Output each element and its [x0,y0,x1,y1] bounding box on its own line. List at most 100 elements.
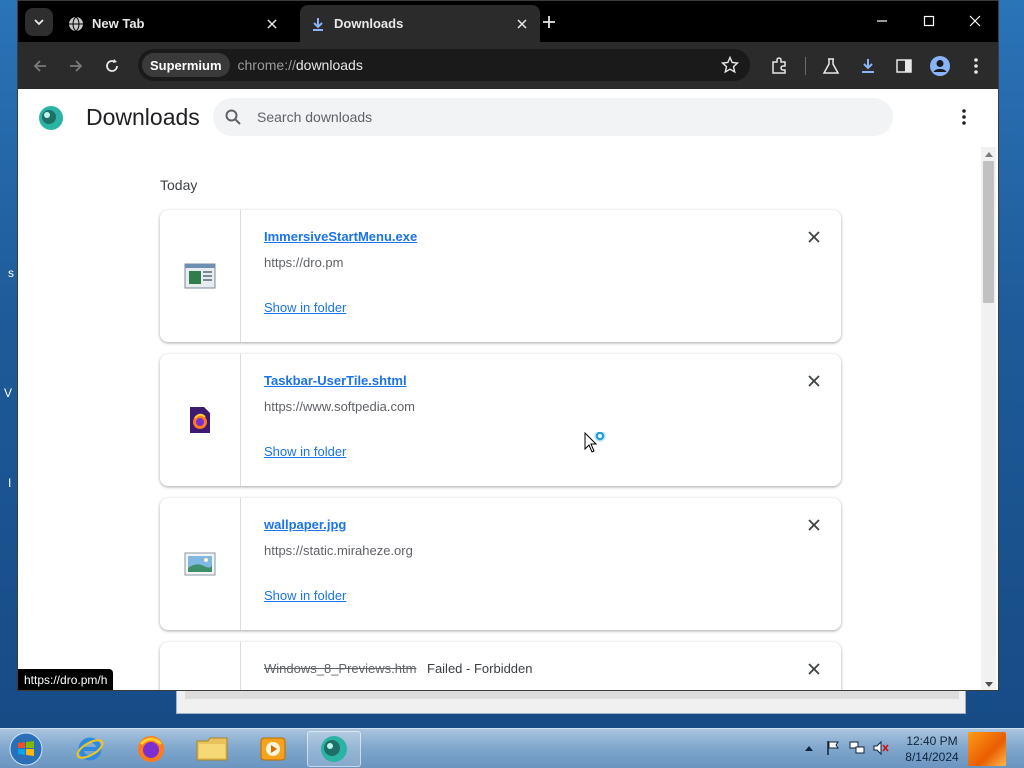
remove-download-icon[interactable] [805,516,823,534]
downloads-toolbar-icon[interactable] [855,53,881,79]
download-filename-link[interactable]: ImmersiveStartMenu.exe [264,229,417,244]
globe-icon [68,16,84,32]
new-tab-button[interactable] [538,11,560,33]
firefox-icon [138,736,164,762]
tab-search-button[interactable] [25,8,53,36]
search-downloads-input[interactable] [257,109,857,125]
windows-start-orb-icon [9,732,43,766]
arrow-left-icon [33,60,46,72]
close-window-button[interactable] [960,7,990,35]
file-icon-cell [160,498,241,630]
toolbar-separator [805,57,806,75]
taskbar-app-supermium[interactable] [307,731,361,767]
background-window-frame [185,691,959,699]
tab-downloads[interactable]: Downloads [300,5,540,42]
taskbar-app-firefox[interactable] [124,731,178,767]
download-item-failed: Windows_8_Previews.htm Failed - Forbidde… [160,642,841,690]
download-item: ImmersiveStartMenu.exe https://dro.pm Sh… [160,210,841,342]
bookmark-star-icon[interactable] [720,55,740,75]
close-icon [969,15,981,27]
clock-time: 12:40 PM [906,734,958,748]
file-icon-cell [160,642,241,690]
reload-button[interactable] [99,53,125,79]
image-file-icon [184,552,216,576]
close-tab-icon[interactable] [514,16,530,32]
plus-icon [543,16,555,28]
close-tab-icon[interactable] [264,16,280,32]
downloads-page: Downloads Today [18,89,998,690]
url-path: downloads [295,57,363,73]
browser-menu-icon[interactable] [963,53,989,79]
maximize-button[interactable] [914,7,944,35]
minimize-icon [877,20,887,22]
supermium-logo-icon [39,106,63,130]
download-filename-link[interactable]: Taskbar-UserTile.shtml [264,373,407,388]
maximize-icon [923,15,935,27]
background-window[interactable] [176,690,966,714]
remove-download-icon[interactable] [805,372,823,390]
labs-flask-icon[interactable] [818,53,844,79]
page-title: Downloads [86,104,200,130]
taskbar: 12:40 PM 8/14/2024 [0,728,1024,768]
download-item: Taskbar-UserTile.shtml https://www.softp… [160,354,841,486]
firefox-document-icon [190,407,210,433]
file-explorer-icon [196,737,228,761]
download-source-url[interactable]: https://static.miraheze.org [264,543,413,558]
search-bar[interactable] [213,98,893,136]
browser-toolbar: Supermium chrome://downloads [18,42,998,89]
system-clock[interactable]: 12:40 PM 8/14/2024 [894,733,970,765]
tab-strip: New Tab Downloads [18,1,998,42]
download-filename-failed: Windows_8_Previews.htm [264,661,417,676]
search-icon [223,107,243,127]
minimize-button[interactable] [867,7,897,35]
address-bar[interactable]: Supermium chrome://downloads [138,49,750,81]
arrow-right-icon [70,60,83,72]
show-in-folder-link[interactable]: Show in folder [264,588,346,603]
show-in-folder-link[interactable]: Show in folder [264,444,346,459]
scroll-up-arrow-icon[interactable] [981,147,996,161]
url-text[interactable]: chrome://downloads [238,57,363,73]
internet-explorer-icon [76,737,104,761]
show-desktop-button[interactable] [968,732,1006,766]
desktop-text-fragment: V [4,386,13,400]
reload-icon [106,59,118,72]
start-button[interactable] [6,731,46,767]
media-player-icon [260,737,286,761]
site-chip[interactable]: Supermium [142,53,230,77]
action-center-flag-icon[interactable] [824,739,842,757]
profile-avatar-icon[interactable] [927,53,953,79]
tab-new-tab[interactable]: New Tab [58,5,290,42]
remove-download-icon[interactable] [805,660,823,678]
more-actions-icon[interactable] [952,105,976,129]
network-icon[interactable] [848,739,866,757]
forward-button[interactable] [63,53,89,79]
show-hidden-icons-arrow-icon[interactable] [800,739,818,757]
show-in-folder-link[interactable]: Show in folder [264,300,346,315]
scrollbar-thumb[interactable] [983,161,994,303]
page-scrollbar[interactable] [981,147,996,690]
download-arrow-icon [310,16,326,32]
busy-cursor-icon [584,432,606,453]
supermium-icon [321,736,347,762]
link-status-bubble: https://dro.pm/h [18,669,114,690]
exe-file-icon [184,263,216,289]
extensions-icon[interactable] [766,53,792,79]
date-group-label: Today [160,177,198,193]
taskbar-app-media-player[interactable] [246,731,300,767]
tab-title: New Tab [92,16,145,31]
download-item: wallpaper.jpg https://static.miraheze.or… [160,498,841,630]
desktop-text-fragment: I [8,476,12,490]
taskbar-app-internet-explorer[interactable] [63,731,117,767]
scroll-down-arrow-icon[interactable] [981,678,996,690]
download-source-url[interactable]: https://www.softpedia.com [264,399,415,414]
back-button[interactable] [27,53,53,79]
desktop-text-fragment: s [8,266,14,280]
file-icon-cell [160,210,241,342]
side-panel-icon[interactable] [891,53,917,79]
url-scheme: chrome:// [237,57,296,73]
download-source-url[interactable]: https://dro.pm [264,255,343,270]
volume-muted-icon[interactable] [872,739,890,757]
taskbar-app-file-explorer[interactable] [185,731,239,767]
download-filename-link[interactable]: wallpaper.jpg [264,517,346,532]
remove-download-icon[interactable] [805,228,823,246]
